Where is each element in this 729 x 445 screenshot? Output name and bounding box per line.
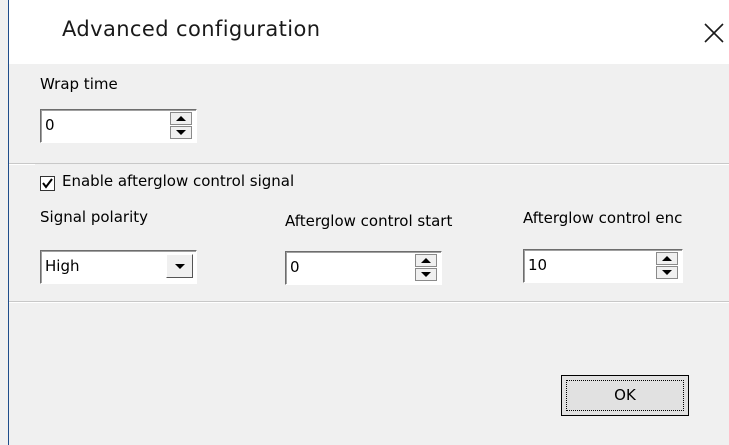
- afterglow-end-value[interactable]: 10: [528, 256, 547, 274]
- afterglow-section-separator-highlight: [9, 302, 729, 303]
- arrow-down-icon[interactable]: [415, 268, 437, 281]
- arrow-up-icon[interactable]: [656, 252, 678, 265]
- afterglow-start-value[interactable]: 0: [290, 258, 300, 276]
- afterglow-start-spinner[interactable]: [415, 254, 437, 281]
- arrow-up-icon[interactable]: [170, 112, 192, 125]
- title-bar[interactable]: Advanced configuration: [9, 0, 729, 64]
- advanced-configuration-dialog: Advanced configuration Wrap time 0 Enabl…: [0, 0, 729, 445]
- arrow-down-icon[interactable]: [170, 126, 192, 139]
- wrap-time-spinner[interactable]: [170, 112, 192, 139]
- enable-afterglow-label[interactable]: Enable afterglow control signal: [62, 172, 294, 190]
- wrap-time-field[interactable]: 0: [40, 109, 197, 143]
- wrap-time-value[interactable]: 0: [45, 116, 55, 134]
- arrow-down-icon[interactable]: [656, 266, 678, 279]
- afterglow-end-label: Afterglow control enc: [523, 209, 683, 227]
- afterglow-end-field[interactable]: 10: [523, 249, 683, 283]
- ok-button-label: OK: [614, 386, 636, 404]
- afterglow-start-field[interactable]: 0: [285, 251, 442, 285]
- chevron-down-icon[interactable]: [166, 254, 193, 278]
- enable-afterglow-checkbox[interactable]: [40, 176, 55, 191]
- window-title: Advanced configuration: [62, 17, 321, 41]
- afterglow-start-label: Afterglow control start: [285, 212, 453, 230]
- signal-polarity-select[interactable]: High: [40, 250, 197, 284]
- signal-polarity-value[interactable]: High: [45, 257, 79, 275]
- wrap-time-label: Wrap time: [40, 75, 118, 93]
- signal-polarity-label: Signal polarity: [40, 208, 148, 226]
- checkmark-icon: [42, 178, 53, 189]
- afterglow-end-spinner[interactable]: [656, 252, 678, 279]
- ok-button[interactable]: OK: [561, 375, 689, 416]
- arrow-up-icon[interactable]: [415, 254, 437, 267]
- close-icon[interactable]: [697, 14, 729, 50]
